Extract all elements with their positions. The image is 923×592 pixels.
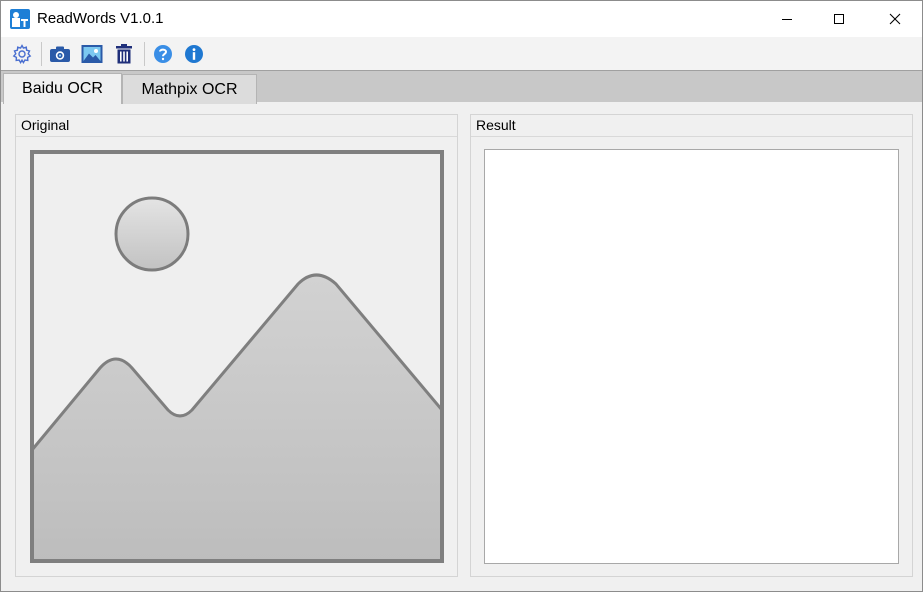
minimize-icon xyxy=(782,19,792,20)
toolbar xyxy=(1,37,922,70)
close-icon xyxy=(889,13,901,25)
tab-mathpix-ocr[interactable]: Mathpix OCR xyxy=(122,74,257,104)
result-label: Result xyxy=(476,117,516,133)
title-bar[interactable]: ReadWords V1.0.1 xyxy=(1,1,922,37)
window-title: ReadWords V1.0.1 xyxy=(37,10,164,27)
result-panel: Result xyxy=(470,114,913,577)
camera-icon xyxy=(50,46,70,62)
trash-icon xyxy=(116,44,132,64)
result-panel-header: Result xyxy=(471,115,912,137)
close-button[interactable] xyxy=(872,1,918,37)
info-icon xyxy=(185,45,203,63)
settings-button[interactable] xyxy=(10,42,34,66)
help-icon xyxy=(154,45,172,63)
maximize-button[interactable] xyxy=(816,1,862,37)
delete-button[interactable] xyxy=(112,42,136,66)
gear-icon xyxy=(12,44,32,64)
minimize-button[interactable] xyxy=(764,1,810,37)
help-button[interactable] xyxy=(151,42,175,66)
image-icon xyxy=(81,45,103,63)
open-image-button[interactable] xyxy=(80,42,104,66)
original-image-placeholder[interactable] xyxy=(30,150,444,563)
maximize-icon xyxy=(834,14,844,24)
tab-baidu-ocr[interactable]: Baidu OCR xyxy=(3,73,122,104)
result-textarea[interactable] xyxy=(484,149,899,564)
original-panel: Original xyxy=(15,114,458,577)
tab-strip: Baidu OCR Mathpix OCR xyxy=(1,70,922,104)
about-button[interactable] xyxy=(182,42,206,66)
toolbar-separator xyxy=(144,42,145,66)
app-icon xyxy=(10,9,30,29)
original-panel-header: Original xyxy=(16,115,457,137)
toolbar-separator xyxy=(41,42,42,66)
screenshot-button[interactable] xyxy=(48,42,72,66)
app-window: ReadWords V1.0.1 Baidu OCR Mathpix OCR O… xyxy=(0,0,923,592)
original-label: Original xyxy=(21,117,70,133)
